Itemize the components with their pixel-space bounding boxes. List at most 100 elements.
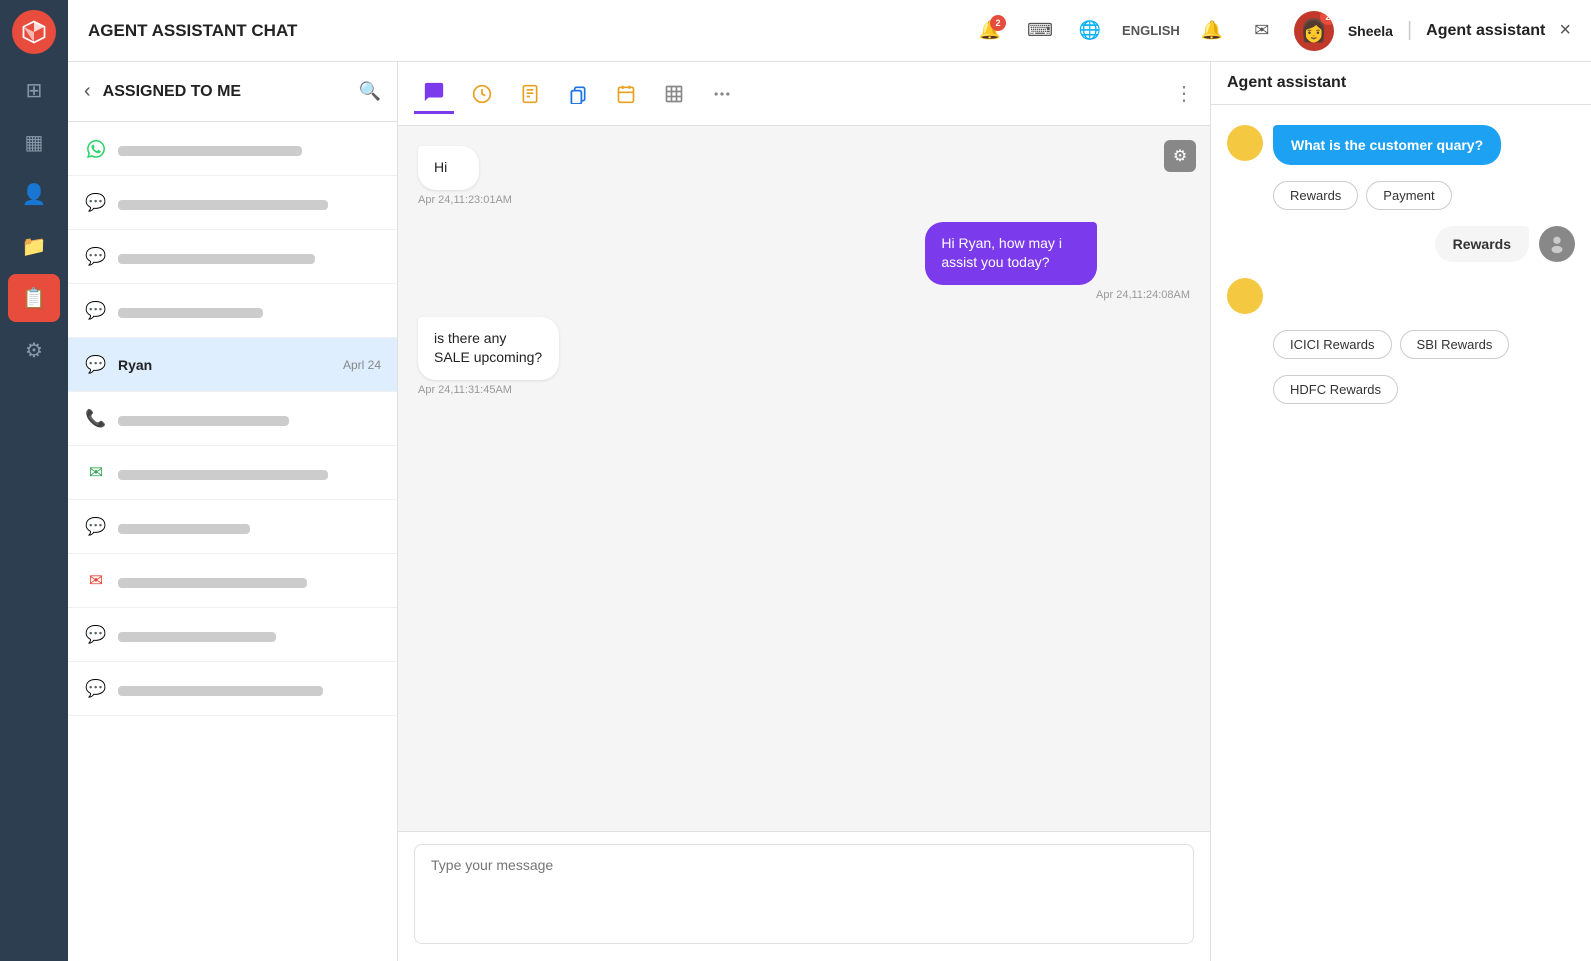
list-item[interactable]: ✉ <box>68 446 397 500</box>
notification-badge: 2 <box>990 15 1006 31</box>
tab-chat[interactable] <box>414 74 454 114</box>
list-item-ryan[interactable]: 💬 Ryan Aprl 24 <box>68 338 397 392</box>
bot-avatar <box>1227 278 1263 314</box>
conversation-preview <box>118 254 315 264</box>
agent-message-row <box>1227 278 1575 314</box>
chat-icon: 💬 <box>84 623 108 647</box>
message-row: Hi Ryan, how may i assist you today? Apr… <box>418 222 1190 301</box>
conversation-preview <box>118 146 302 156</box>
conversations-title: ASSIGNED TO ME <box>103 83 347 101</box>
person-icon: 👤 <box>22 182 47 207</box>
tab-more[interactable] <box>702 74 742 114</box>
tab-history[interactable] <box>462 74 502 114</box>
bot-message-bubble: What is the customer quary? <box>1273 125 1501 165</box>
chip-payment[interactable]: Payment <box>1366 181 1451 210</box>
list-item[interactable]: 💬 <box>68 500 397 554</box>
nav-item-files[interactable]: 📁 <box>8 222 60 270</box>
mail-button[interactable]: ✉ <box>1244 13 1280 49</box>
conversation-preview <box>118 686 323 696</box>
conversation-content <box>118 141 381 156</box>
conversation-content <box>118 519 381 534</box>
chat-panel: ⋮ ⚙ Hi Apr 24,11:23:01AM Hi Ryan, how ma… <box>398 62 1211 961</box>
keyboard-button[interactable]: ⌨ <box>1022 13 1058 49</box>
conversation-content <box>118 411 381 426</box>
conversations-panel: ‹ ASSIGNED TO ME 🔍 💬 <box>68 62 398 961</box>
message-time: Apr 24,11:23:01AM <box>418 194 512 206</box>
user-avatar[interactable]: 👩 2 <box>1294 11 1334 51</box>
chip-sbi-rewards[interactable]: SBI Rewards <box>1400 330 1510 359</box>
conversation-preview <box>118 200 328 210</box>
chat-messages: ⚙ Hi Apr 24,11:23:01AM Hi Ryan, how may … <box>398 126 1210 831</box>
conversation-content <box>118 303 381 318</box>
list-item[interactable]: ✉ <box>68 554 397 608</box>
chat-icon: 💬 <box>84 353 108 377</box>
agent-assistant-panel: Agent assistant What is the customer qua… <box>1211 62 1591 961</box>
message-text: Hi <box>434 159 447 175</box>
chip-rewards[interactable]: Rewards <box>1273 181 1358 210</box>
conversation-date: Aprl 24 <box>343 358 381 372</box>
message-text: is there any SALE upcoming? <box>434 330 542 366</box>
alert-icon: 🔔 <box>1201 20 1223 41</box>
nav-item-settings[interactable]: ⚙ <box>8 326 60 374</box>
divider-line: | <box>1407 19 1412 42</box>
app-title: AGENT ASSISTANT CHAT <box>88 21 958 41</box>
content-wrapper: ‹ ASSIGNED TO ME 🔍 💬 <box>68 62 1591 961</box>
app-logo[interactable] <box>12 10 56 54</box>
tab-table[interactable] <box>654 74 694 114</box>
folder-icon: 📁 <box>22 234 47 259</box>
home-icon: ⊞ <box>26 78 43 103</box>
alert-button[interactable]: 🔔 <box>1194 13 1230 49</box>
reports-icon: 📋 <box>22 286 47 311</box>
chat-icon: 💬 <box>84 515 108 539</box>
list-item[interactable] <box>68 122 397 176</box>
message-time: Apr 24,11:24:08AM <box>925 289 1190 301</box>
settings-icon: ⚙ <box>25 338 43 363</box>
conversation-content <box>118 249 381 264</box>
nav-item-home[interactable]: ⊞ <box>8 66 60 114</box>
bot-message-text: What is the customer quary? <box>1291 137 1483 153</box>
message-row: Hi Apr 24,11:23:01AM <box>418 146 1190 206</box>
message-input[interactable] <box>414 844 1194 944</box>
list-item[interactable]: 💬 <box>68 608 397 662</box>
settings-gear-button[interactable]: ⚙ <box>1164 140 1196 172</box>
list-item[interactable]: 💬 <box>68 662 397 716</box>
conversation-preview <box>118 632 276 642</box>
tab-calendar[interactable] <box>606 74 646 114</box>
chip-icici-rewards[interactable]: ICICI Rewards <box>1273 330 1392 359</box>
back-button[interactable]: ‹ <box>84 80 91 103</box>
tab-copy[interactable] <box>558 74 598 114</box>
translate-button[interactable]: 🌐 <box>1072 13 1108 49</box>
conversation-content <box>118 195 381 210</box>
nav-item-calendar[interactable]: ▦ <box>8 118 60 166</box>
tab-note[interactable] <box>510 74 550 114</box>
notifications-button[interactable]: 🔔 2 <box>972 13 1008 49</box>
user-name[interactable]: Sheela <box>1348 23 1393 39</box>
user-message-bubble: Rewards <box>1435 226 1529 262</box>
translate-icon: 🌐 <box>1079 20 1101 41</box>
chat-icon: 💬 <box>84 677 108 701</box>
agent-panel-title: Agent assistant <box>1227 74 1575 92</box>
conversation-content <box>118 465 381 480</box>
list-item[interactable]: 💬 <box>68 176 397 230</box>
chat-input-area <box>398 831 1210 961</box>
suggestion-chips-row1: Rewards Payment <box>1227 181 1575 210</box>
message-row: is there any SALE upcoming? Apr 24,11:31… <box>418 317 1190 396</box>
close-agent-panel-button[interactable]: × <box>1559 19 1571 42</box>
nav-item-reports[interactable]: 📋 <box>8 274 60 322</box>
chat-icon: 💬 <box>84 245 108 269</box>
chip-hdfc-rewards[interactable]: HDFC Rewards <box>1273 375 1398 404</box>
toolbar-overflow-button[interactable]: ⋮ <box>1174 81 1194 106</box>
conversation-name: Ryan <box>118 357 333 373</box>
message-text: Hi Ryan, how may i assist you today? <box>941 235 1062 271</box>
conversation-preview <box>118 470 328 480</box>
list-item[interactable]: 📞 <box>68 392 397 446</box>
agent-panel-header: Agent assistant <box>1211 62 1591 105</box>
list-item[interactable]: 💬 <box>68 230 397 284</box>
conversation-content: Ryan <box>118 357 333 373</box>
message-bubble: is there any SALE upcoming? <box>418 317 559 380</box>
list-item[interactable]: 💬 <box>68 284 397 338</box>
phone-icon: 📞 <box>84 407 108 431</box>
user-badge: 2 <box>1320 11 1334 25</box>
nav-item-contacts[interactable]: 👤 <box>8 170 60 218</box>
search-button[interactable]: 🔍 <box>359 81 381 102</box>
